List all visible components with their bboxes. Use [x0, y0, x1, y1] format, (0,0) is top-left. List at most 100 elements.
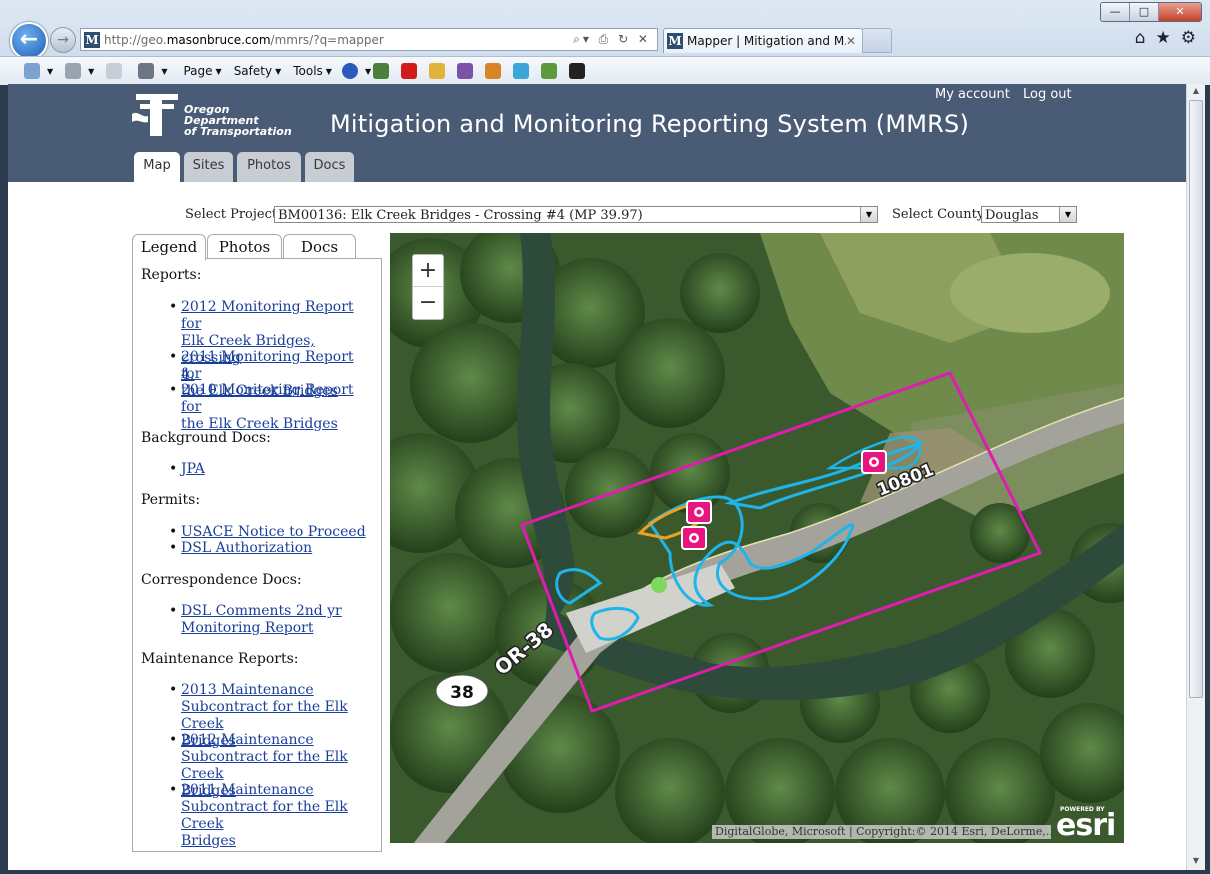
- panel-tab-photos[interactable]: Photos: [207, 234, 282, 260]
- link-line: Subcontract for the Elk Creek: [181, 749, 348, 782]
- toolbar-addon-6[interactable]: [513, 63, 533, 79]
- address-bar-icons[interactable]: ⌕▾ ⎙ ↻ ✕: [573, 32, 651, 47]
- select-project-label: Select Project:: [185, 207, 282, 222]
- command-bar: ▼ ▼ ▼ Page ▼ Safety ▼ Tools ▼ ▼: [0, 56, 1210, 85]
- maximize-button[interactable]: □: [1130, 3, 1159, 21]
- url-text[interactable]: http://geo.masonbruce.com/mmrs/?q=mapper: [104, 33, 573, 47]
- page-title: Mitigation and Monitoring Reporting Syst…: [330, 110, 970, 138]
- photo-marker-icon[interactable]: [681, 526, 707, 550]
- tools-menu-label: Tools: [293, 64, 323, 78]
- window-controls: — □ ✕: [1100, 2, 1202, 22]
- home-icon[interactable]: ⌂: [1135, 28, 1146, 48]
- vertical-scrollbar[interactable]: ▲ ▼: [1186, 84, 1205, 870]
- section-title-maintenance: Maintenance Reports:: [141, 651, 299, 667]
- help-menu[interactable]: ▼: [341, 63, 371, 79]
- county-select[interactable]: Douglas ▼: [981, 206, 1077, 223]
- photo-marker-icon[interactable]: [686, 500, 712, 524]
- section-title-permits: Permits:: [141, 492, 201, 508]
- back-button[interactable]: ←: [10, 22, 48, 60]
- home-icon: [24, 63, 40, 79]
- link-line: 2012 Maintenance: [181, 732, 314, 748]
- project-select[interactable]: BM00136: Elk Creek Bridges - Crossing #4…: [274, 206, 878, 223]
- link-line: DSL Authorization: [181, 540, 313, 556]
- zoom-out-button[interactable]: −: [413, 287, 443, 318]
- link-2010-monitoring-report[interactable]: • 2010 Monitoring Report for the Elk Cre…: [169, 382, 377, 433]
- help-icon: [341, 63, 358, 79]
- addon-icon: [373, 63, 390, 79]
- link-line: Subcontract for the Elk Creek: [181, 799, 348, 832]
- address-bar[interactable]: M http://geo.masonbruce.com/mmrs/?q=mapp…: [80, 28, 658, 51]
- esri-logo[interactable]: esri: [1056, 808, 1116, 843]
- close-window-button[interactable]: ✕: [1159, 3, 1201, 21]
- scroll-down-arrow-icon[interactable]: ▼: [1187, 854, 1205, 868]
- addon-icon: [429, 63, 446, 79]
- page-menu[interactable]: Page ▼: [183, 64, 221, 78]
- link-line: 2012 Monitoring Report for: [181, 299, 354, 332]
- link-line: Subcontract for the Elk Creek: [181, 699, 348, 732]
- tab-sites[interactable]: Sites: [184, 152, 233, 182]
- map-attribution: DigitalGlobe, Microsoft | Copyright:© 20…: [712, 825, 1051, 839]
- toolbar-addon-7[interactable]: [541, 63, 561, 79]
- mail-button[interactable]: [106, 63, 126, 79]
- select-county-label: Select County:: [892, 207, 989, 222]
- addon-icon: [457, 63, 474, 79]
- rss-feed-icon: [65, 63, 82, 79]
- scroll-up-arrow-icon[interactable]: ▲: [1187, 84, 1205, 98]
- toolbar-addon-4[interactable]: [457, 63, 477, 79]
- section-title-correspondence: Correspondence Docs:: [141, 572, 302, 588]
- chevron-down-icon[interactable]: ▼: [1059, 207, 1076, 222]
- tab-close-icon[interactable]: ✕: [846, 34, 856, 48]
- new-tab-button[interactable]: [862, 28, 892, 53]
- scroll-thumb[interactable]: [1189, 100, 1203, 698]
- link-dsl-comments[interactable]: • DSL Comments 2nd yr Monitoring Report: [169, 603, 377, 637]
- toolbar-addon-8[interactable]: [569, 63, 589, 79]
- link-line: 2011 Maintenance: [181, 782, 314, 798]
- safety-menu[interactable]: Safety ▼: [234, 64, 282, 78]
- section-title-background-docs: Background Docs:: [141, 430, 271, 446]
- browser-tab-mapper[interactable]: M Mapper | Mitigation and M... ✕: [663, 28, 863, 53]
- photo-marker-icon[interactable]: [861, 450, 887, 474]
- tab-map[interactable]: Map: [134, 152, 180, 182]
- favorites-star-icon[interactable]: ★: [1156, 28, 1171, 48]
- satellite-imagery: 10801 OR-38 38: [390, 233, 1124, 843]
- link-jpa[interactable]: • JPA: [169, 461, 377, 478]
- toolbar-addon-1[interactable]: [373, 63, 393, 79]
- link-line: Monitoring Report: [181, 620, 314, 636]
- tab-favicon-icon: M: [667, 33, 683, 49]
- toolbar-addon-5[interactable]: [485, 63, 505, 79]
- print-menu[interactable]: ▼: [138, 63, 167, 79]
- home-menu[interactable]: ▼: [24, 63, 53, 79]
- forward-button[interactable]: →: [50, 27, 76, 53]
- settings-gear-icon[interactable]: ⚙: [1181, 28, 1196, 48]
- link-2011-maintenance[interactable]: • 2011 Maintenance Subcontract for the E…: [169, 782, 377, 850]
- link-line: 2011 Monitoring Report for: [181, 349, 354, 382]
- link-line: Bridges: [181, 833, 236, 849]
- logo-line-transportation: of Transportation: [184, 125, 292, 138]
- log-out-link[interactable]: Log out: [1023, 87, 1072, 102]
- feeds-menu[interactable]: ▼: [65, 63, 94, 79]
- highway-shield-number: 38: [450, 683, 474, 703]
- zoom-in-button[interactable]: +: [413, 255, 443, 286]
- link-dsl-authorization[interactable]: • DSL Authorization: [169, 540, 377, 557]
- panel-tab-legend[interactable]: Legend: [132, 234, 206, 261]
- print-icon: [138, 63, 155, 79]
- toolbar-addon-3[interactable]: [429, 63, 449, 79]
- zoom-control: + −: [412, 254, 444, 320]
- addon-icon: [401, 63, 418, 79]
- tab-photos[interactable]: Photos: [237, 152, 301, 182]
- chevron-down-icon[interactable]: ▼: [860, 207, 877, 222]
- addon-icon: [485, 63, 502, 79]
- logo-text: Oregon Department of Transportation: [184, 104, 292, 137]
- tools-menu[interactable]: Tools ▼: [293, 64, 332, 78]
- map-view[interactable]: 10801 OR-38 38: [390, 233, 1124, 843]
- link-usace-notice[interactable]: • USACE Notice to Proceed: [169, 524, 377, 541]
- link-line: 2013 Maintenance: [181, 682, 314, 698]
- panel-tab-docs[interactable]: Docs: [283, 234, 356, 260]
- page-menu-label: Page: [183, 64, 213, 78]
- toolbar-addon-2[interactable]: [401, 63, 421, 79]
- safety-menu-label: Safety: [233, 64, 273, 78]
- browser-right-icons: ⌂ ★ ⚙: [1135, 28, 1196, 48]
- tab-docs[interactable]: Docs: [305, 152, 354, 182]
- my-account-link[interactable]: My account: [935, 87, 1010, 102]
- minimize-button[interactable]: —: [1101, 3, 1130, 21]
